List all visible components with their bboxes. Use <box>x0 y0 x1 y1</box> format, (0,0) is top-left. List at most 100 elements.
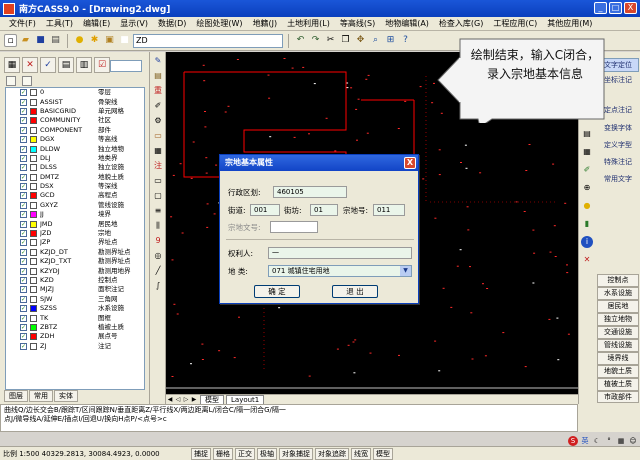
layer-visible-checkbox[interactable]: ✓ <box>20 230 27 238</box>
line-icon[interactable]: ╱ <box>152 265 164 277</box>
layer-visible-checkbox[interactable]: ✓ <box>20 183 27 191</box>
ok-button[interactable]: 确 定 <box>254 285 300 298</box>
point-number-icon[interactable]: 9 <box>152 235 164 247</box>
layer-row[interactable]: ✓ TK 图框 <box>6 313 144 322</box>
layer-visible-checkbox[interactable]: ✓ <box>20 145 27 153</box>
layer-color-swatch[interactable] <box>30 342 37 350</box>
layer-visible-checkbox[interactable]: ✓ <box>20 107 27 115</box>
menu-data[interactable]: 数据(D) <box>153 18 191 29</box>
layer-color-swatch[interactable] <box>30 192 37 200</box>
layer-row[interactable]: ✓ JZP 界址点 <box>6 238 144 247</box>
grid-icon[interactable]: ▦ <box>581 146 593 158</box>
cancel-button[interactable]: 退 出 <box>332 285 378 298</box>
layer-color-swatch[interactable] <box>30 89 37 97</box>
redo-icon[interactable]: ↷ <box>309 34 322 47</box>
layer-color-swatch[interactable] <box>30 220 37 228</box>
layer-checkbox-icon[interactable]: ☑ <box>94 57 110 73</box>
ime-lang-icon[interactable]: 英 <box>580 436 590 446</box>
zoom-window-icon[interactable]: ⊞ <box>384 34 397 47</box>
ortho-toggle[interactable]: 正交 <box>235 447 255 460</box>
box-icon[interactable]: ▢ <box>152 190 164 202</box>
layer-visible-checkbox[interactable]: ✓ <box>20 267 27 275</box>
redo-text-icon[interactable]: 重 <box>152 85 164 97</box>
symbol-category-button[interactable]: 植被土质 <box>597 378 639 391</box>
layer-row[interactable]: ✓ KZYDJ 勘测用地界 <box>6 266 144 275</box>
layer-visible-checkbox[interactable]: ✓ <box>20 295 27 303</box>
menu-view[interactable]: 显示(V) <box>115 18 153 29</box>
otrack-toggle[interactable]: 对象追踪 <box>315 447 349 460</box>
layer-visible-checkbox[interactable]: ✓ <box>20 126 27 134</box>
lock-icon[interactable]: ▣ <box>103 34 116 47</box>
curve-icon[interactable]: ∫ <box>152 280 164 292</box>
info-icon[interactable]: i <box>581 236 593 248</box>
layer-color-swatch[interactable] <box>30 286 37 294</box>
layer-row[interactable]: ✓ DLSS 独立设施 <box>6 163 144 172</box>
layer-row[interactable]: ✓ KZJD_TXT 勘测界址点 <box>6 257 144 266</box>
help-icon[interactable]: ? <box>399 34 412 47</box>
tab-common[interactable]: 常用 <box>29 390 53 402</box>
layer-color-swatch[interactable] <box>30 126 37 134</box>
layer-icon[interactable]: ▤ <box>152 70 164 82</box>
layer-row[interactable]: ✓ ZJ 注记 <box>6 342 144 351</box>
grid-icon[interactable]: ▦ <box>152 145 164 157</box>
layer-color-swatch[interactable] <box>30 333 37 341</box>
layer-color-swatch[interactable] <box>30 295 37 303</box>
layer-row[interactable]: ✓ ZBTZ 植被土质 <box>6 323 144 332</box>
layer-color-swatch[interactable] <box>30 107 37 115</box>
layer-visible-checkbox[interactable]: ✓ <box>20 333 27 341</box>
layer-color-swatch[interactable] <box>30 154 37 162</box>
new-icon[interactable]: ▫ <box>4 34 17 47</box>
symbol-category-button[interactable]: 交通设施 <box>597 326 639 339</box>
tab-entity[interactable]: 实体 <box>54 390 78 402</box>
layer-color-swatch[interactable] <box>30 314 37 322</box>
right-item[interactable]: 特殊注记 <box>597 156 639 170</box>
parcel-text-field[interactable] <box>270 221 318 233</box>
symbol-category-button[interactable]: 境界线 <box>597 352 639 365</box>
right-item[interactable]: 变换字体 <box>597 122 639 136</box>
col-toggle-1[interactable] <box>6 76 16 86</box>
layer-visible-checkbox[interactable]: ✓ <box>20 164 27 172</box>
undo-icon[interactable]: ↶ <box>294 34 307 47</box>
layer-row[interactable]: ✓ BASICGRID 单元网格 <box>6 107 144 116</box>
layer-visible-checkbox[interactable]: ✓ <box>20 192 27 200</box>
layer-color-swatch[interactable] <box>30 164 37 172</box>
layer-row[interactable]: ✓ SJW 三角网 <box>6 295 144 304</box>
layer-row[interactable]: ✓ MJZJ 面积注记 <box>6 285 144 294</box>
layer-row[interactable]: ✓ GXYZ 管线设施 <box>6 201 144 210</box>
layer-color-swatch[interactable] <box>30 248 37 256</box>
menu-tools[interactable]: 工具(T) <box>41 18 78 29</box>
landtype-select[interactable]: 071 城镇住宅用地 ▼ <box>268 265 412 277</box>
delete-icon[interactable]: ✕ <box>581 254 593 266</box>
bars-icon[interactable]: ⫼ <box>152 220 164 232</box>
ime-keyboard-icon[interactable]: ▦ <box>616 436 626 446</box>
rectangle-icon[interactable]: ▭ <box>152 175 164 187</box>
layer-color-swatch[interactable] <box>30 305 37 313</box>
symbol-category-button[interactable]: 市政部件 <box>597 391 639 403</box>
layer-visible-checkbox[interactable]: ✓ <box>20 277 27 284</box>
layer-row[interactable]: ✓ SZSS 水系设施 <box>6 304 144 313</box>
cut-icon[interactable]: ✂ <box>324 34 337 47</box>
delete-layer-icon[interactable]: ✕ <box>22 57 38 73</box>
polar-toggle[interactable]: 极轴 <box>257 447 277 460</box>
layer-row[interactable]: ✓ 0 零层 <box>6 88 144 97</box>
layer-color-swatch[interactable] <box>30 145 37 153</box>
layer-visible-checkbox[interactable]: ✓ <box>20 314 27 322</box>
layer-row[interactable]: ✓ DMTZ 地貌土质 <box>6 173 144 182</box>
layer-visible-checkbox[interactable]: ✓ <box>20 201 27 209</box>
command-line[interactable]: 曲线Q/边长交会B/跟踪T/区间跟踪N/垂直距离Z/平行线X/两边距离L/闭合C… <box>0 404 578 432</box>
lightbulb-icon[interactable]: ● <box>73 34 86 47</box>
close-window-button[interactable]: X <box>624 2 637 14</box>
layer-color-swatch[interactable] <box>30 98 37 106</box>
layer-color-swatch[interactable] <box>30 173 37 181</box>
pan-icon[interactable]: ✥ <box>354 34 367 47</box>
menu-edit[interactable]: 编辑(E) <box>78 18 115 29</box>
menu-check[interactable]: 检查入库(G) <box>434 18 488 29</box>
color-swatch-icon[interactable]: ■ <box>118 34 131 47</box>
layer-visible-checkbox[interactable]: ✓ <box>20 211 27 219</box>
layer-color-swatch[interactable] <box>30 230 37 238</box>
menu-landuse[interactable]: 土地利用(L) <box>282 18 335 29</box>
layer-row[interactable]: ✓ COMPONENT 部件 <box>6 126 144 135</box>
first-tab-icon[interactable]: ◀ <box>166 396 174 403</box>
symbol-category-button[interactable]: 独立地物 <box>597 313 639 326</box>
layer-visible-checkbox[interactable]: ✓ <box>20 173 27 181</box>
